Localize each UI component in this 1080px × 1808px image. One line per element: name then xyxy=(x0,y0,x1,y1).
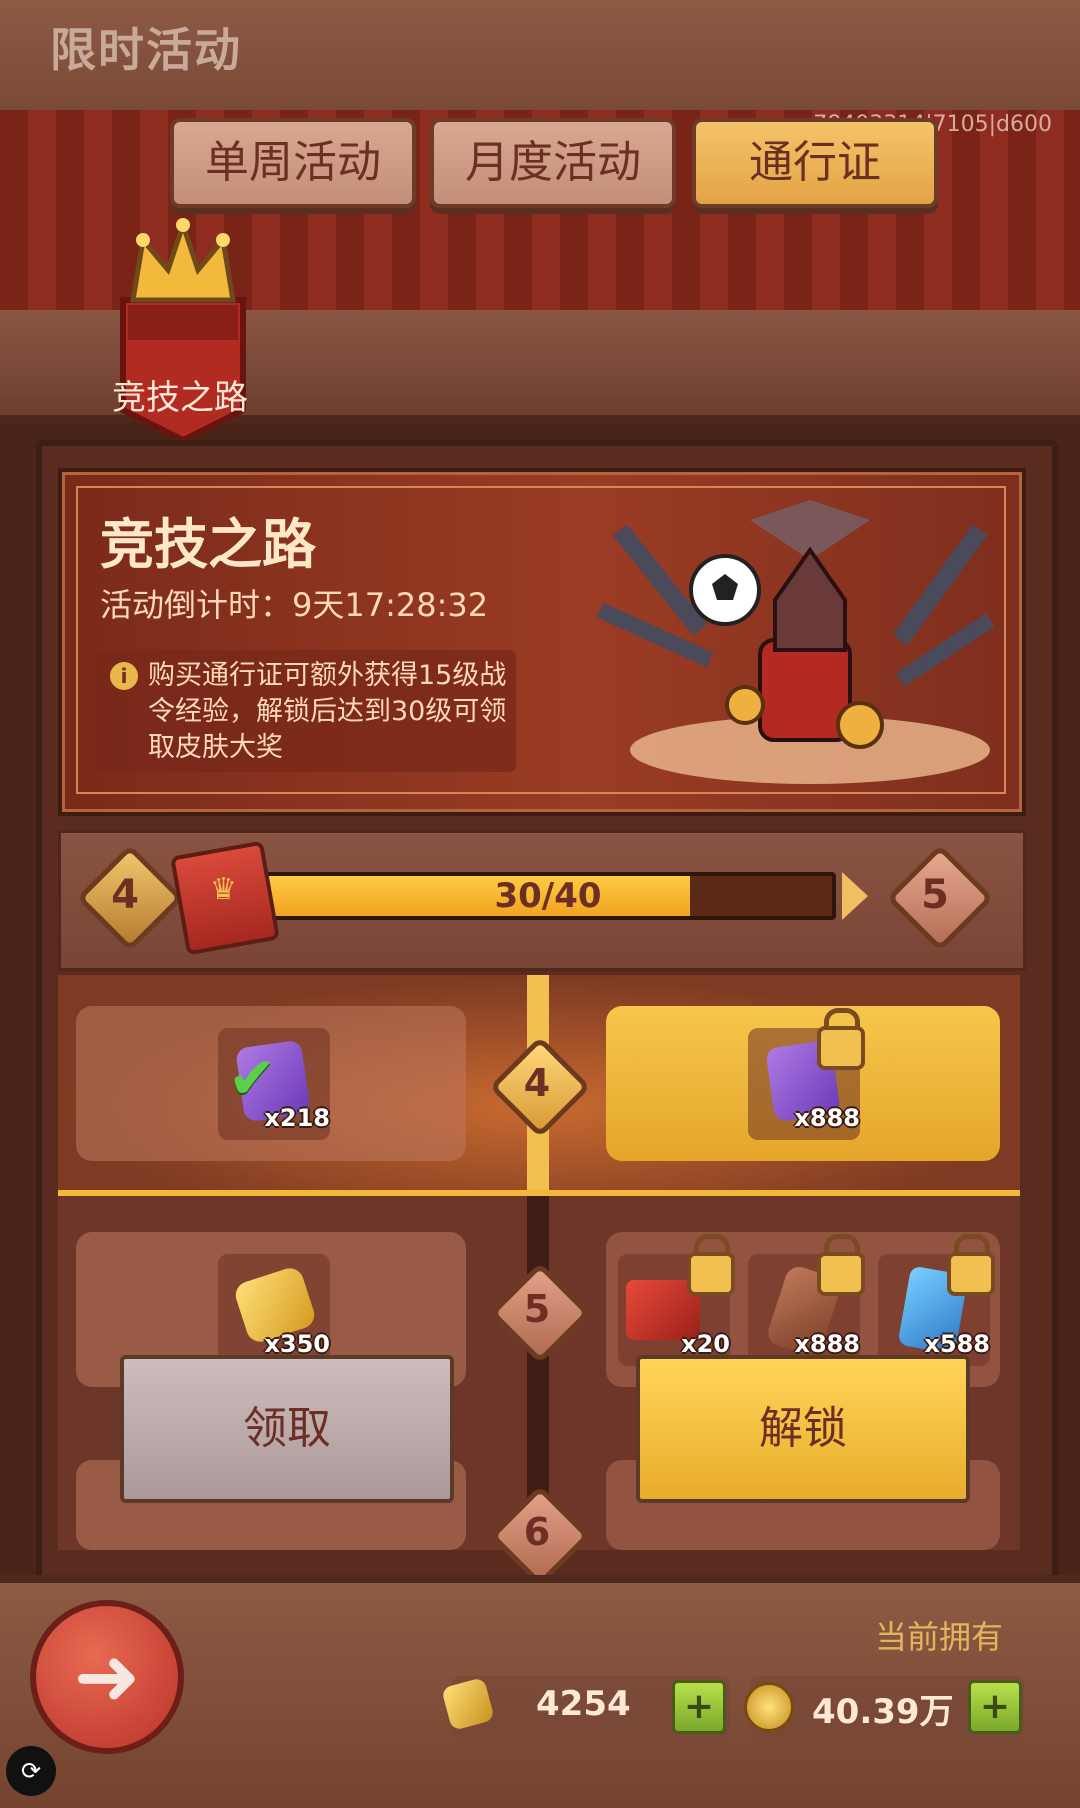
add-gold-button[interactable]: + xyxy=(672,1680,726,1734)
page-title: 限时活动 xyxy=(50,23,242,77)
tab-weekly[interactable]: 单周活动 xyxy=(170,118,416,208)
event-countdown: 活动倒计时：9天17:28:32 xyxy=(100,586,489,624)
claim-button[interactable]: 领取 xyxy=(120,1355,454,1503)
screen-rotate-button[interactable]: ⟳ xyxy=(6,1746,56,1796)
claimed-check-icon: ✔ xyxy=(228,1044,277,1112)
reward-qty: x20 xyxy=(681,1330,730,1358)
reward-qty: x888 xyxy=(794,1104,860,1132)
lock-icon xyxy=(947,1252,995,1296)
reward-qty: x350 xyxy=(264,1330,330,1358)
unlock-button[interactable]: 解锁 xyxy=(636,1355,970,1503)
row-level-number: 5 xyxy=(523,1287,551,1331)
xp-bar-text: 30/40 xyxy=(494,876,602,916)
info-text: 购买通行证可额外获得15级战令经验，解锁后达到30级可领取皮肤大奖 xyxy=(148,660,507,763)
event-character-illustration xyxy=(596,500,995,784)
row-level-number: 4 xyxy=(523,1061,551,1105)
reward-qty: x888 xyxy=(794,1330,860,1358)
back-arrow-icon: ➜ xyxy=(73,1630,141,1723)
current-level-line xyxy=(58,1190,1020,1196)
tab-battle-pass[interactable]: 通行证 xyxy=(692,118,938,208)
event-title: 竞技之路 xyxy=(100,513,316,576)
owned-label: 当前拥有 xyxy=(875,1618,1004,1656)
gold-value: 4254 xyxy=(536,1684,631,1724)
info-icon: i xyxy=(110,662,138,690)
lock-icon xyxy=(687,1252,735,1296)
reward-qty: x218 xyxy=(264,1104,330,1132)
current-level-number: 4 xyxy=(111,872,139,918)
book-crown-icon: ♛ xyxy=(210,872,237,907)
lock-icon xyxy=(817,1252,865,1296)
next-level-number: 5 xyxy=(921,872,949,918)
row-level-number: 6 xyxy=(523,1510,551,1554)
add-coin-button[interactable]: + xyxy=(968,1680,1022,1734)
back-button[interactable]: ➜ xyxy=(30,1600,184,1754)
coin-icon xyxy=(744,1682,794,1732)
next-arrow-icon xyxy=(842,872,868,920)
coin-value: 40.39万 xyxy=(812,1692,954,1732)
tab-monthly[interactable]: 月度活动 xyxy=(430,118,676,208)
rotate-icon: ⟳ xyxy=(20,1757,42,1785)
lock-icon xyxy=(817,1026,865,1070)
top-bar: 限时活动 xyxy=(0,0,1080,116)
reward-qty: x588 xyxy=(924,1330,990,1358)
badge-label: 竞技之路 xyxy=(112,378,248,418)
